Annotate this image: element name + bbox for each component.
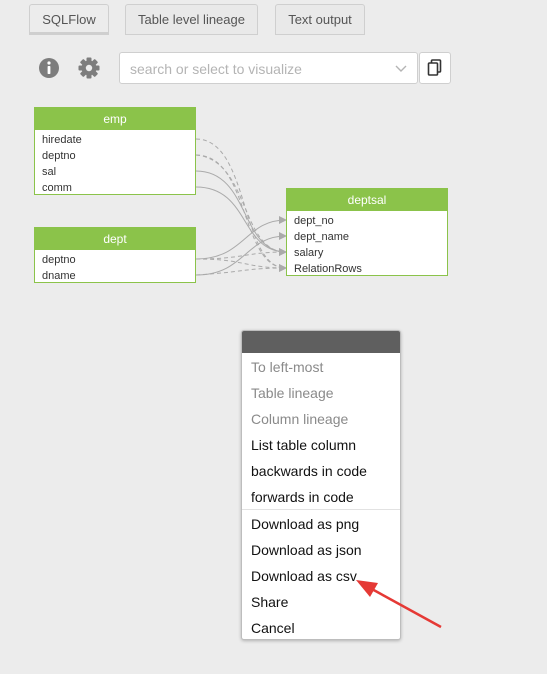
table-dept[interactable]: dept deptno dname bbox=[34, 227, 196, 283]
menu-item-forwards-in-code[interactable]: forwards in code bbox=[251, 488, 354, 506]
context-menu: To left-most Table lineage Column lineag… bbox=[241, 330, 401, 640]
menu-item-download-png[interactable]: Download as png bbox=[251, 515, 359, 533]
table-deptsal[interactable]: deptsal dept_no dept_name salary Relatio… bbox=[286, 188, 448, 276]
column-deptsal-relationrows[interactable]: RelationRows bbox=[287, 261, 447, 277]
menu-item-share[interactable]: Share bbox=[251, 593, 288, 611]
column-dept-deptno[interactable]: deptno bbox=[35, 252, 195, 268]
column-deptsal-dept-name[interactable]: dept_name bbox=[287, 229, 447, 245]
menu-item-list-table-column[interactable]: List table column bbox=[251, 436, 356, 454]
menu-separator bbox=[242, 509, 400, 510]
context-menu-header bbox=[242, 331, 400, 353]
table-emp-title[interactable]: emp bbox=[35, 108, 195, 130]
edge-emp-sal bbox=[195, 170, 287, 256]
column-dept-dname[interactable]: dname bbox=[35, 268, 195, 284]
table-emp[interactable]: emp hiredate deptno sal comm bbox=[34, 107, 196, 195]
menu-item-table-lineage[interactable]: Table lineage bbox=[251, 384, 334, 402]
table-deptsal-title[interactable]: deptsal bbox=[287, 189, 447, 211]
column-emp-comm[interactable]: comm bbox=[35, 180, 195, 196]
edge-emp-deptno bbox=[195, 154, 287, 272]
column-emp-deptno[interactable]: deptno bbox=[35, 148, 195, 164]
edge-dept-deptno-rows bbox=[195, 258, 287, 269]
edge-dept-deptno bbox=[195, 216, 287, 260]
column-deptsal-dept-no[interactable]: dept_no bbox=[287, 213, 447, 229]
menu-item-download-csv[interactable]: Download as csv bbox=[251, 567, 357, 585]
menu-item-cancel[interactable]: Cancel bbox=[251, 619, 295, 637]
menu-item-column-lineage[interactable]: Column lineage bbox=[251, 410, 348, 428]
menu-item-backwards-in-code[interactable]: backwards in code bbox=[251, 462, 367, 480]
table-dept-title[interactable]: dept bbox=[35, 228, 195, 250]
column-emp-hiredate[interactable]: hiredate bbox=[35, 132, 195, 148]
column-deptsal-salary[interactable]: salary bbox=[287, 245, 447, 261]
column-emp-sal[interactable]: sal bbox=[35, 164, 195, 180]
menu-item-to-left-most[interactable]: To left-most bbox=[251, 358, 323, 376]
menu-item-download-json[interactable]: Download as json bbox=[251, 541, 362, 559]
